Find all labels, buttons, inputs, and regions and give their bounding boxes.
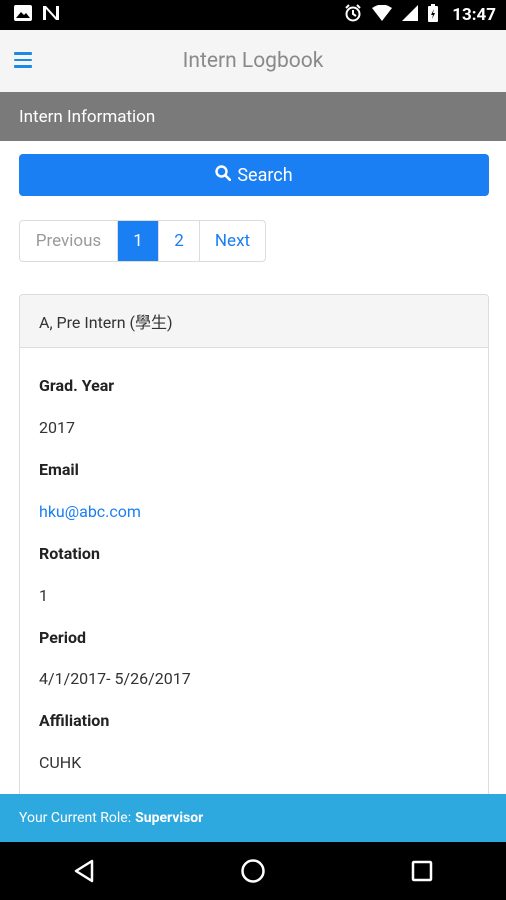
wifi-icon: [372, 4, 393, 25]
email-label: Email: [39, 460, 79, 479]
n-icon: [42, 5, 60, 25]
search-button-label: Search: [237, 164, 293, 186]
app-title: Intern Logbook: [182, 49, 324, 73]
rotation-label: Rotation: [39, 544, 100, 563]
clock-time: 13:47: [452, 5, 496, 25]
current-role-prefix: Your Current Role:: [19, 810, 132, 826]
status-bar: 13:47: [0, 0, 506, 30]
pagination: Previous 1 2 Next: [19, 220, 266, 262]
rotation-value: 1: [39, 586, 48, 605]
next-page-button[interactable]: Next: [200, 221, 265, 261]
section-title-bar: Intern Information: [0, 92, 506, 141]
home-icon[interactable]: [223, 842, 283, 900]
intern-name: A, Pre Intern (學生): [39, 313, 173, 332]
period-value: 4/1/2017- 5/26/2017: [39, 669, 191, 688]
battery-icon: [428, 4, 439, 26]
affiliation-value: CUHK: [39, 753, 82, 772]
app-header: Intern Logbook: [0, 30, 506, 92]
cell-signal-icon: [402, 5, 419, 25]
intern-card: A, Pre Intern (學生) Grad. Year 2017 Email…: [19, 294, 489, 814]
section-title: Intern Information: [19, 106, 156, 127]
previous-page-button[interactable]: Previous: [20, 221, 118, 261]
page-2-button[interactable]: 2: [159, 221, 200, 261]
current-role-bar: Your Current Role: Supervisor: [0, 794, 506, 842]
email-link[interactable]: hku@abc.com: [39, 502, 141, 521]
search-icon: [215, 164, 232, 186]
back-icon[interactable]: [54, 842, 114, 900]
hamburger-menu-icon[interactable]: [14, 52, 32, 68]
affiliation-label: Affiliation: [39, 711, 110, 730]
current-role-value: Supervisor: [135, 810, 204, 826]
search-button[interactable]: Search: [19, 154, 489, 196]
image-icon: [14, 5, 32, 25]
grad-year-value: 2017: [39, 418, 75, 437]
page-1-button[interactable]: 1: [118, 221, 159, 261]
recents-icon[interactable]: [392, 842, 452, 900]
period-label: Period: [39, 628, 86, 647]
intern-card-header: A, Pre Intern (學生): [20, 295, 488, 348]
system-nav-bar: [0, 842, 506, 900]
alarm-icon: [344, 4, 362, 26]
grad-year-label: Grad. Year: [39, 376, 115, 395]
